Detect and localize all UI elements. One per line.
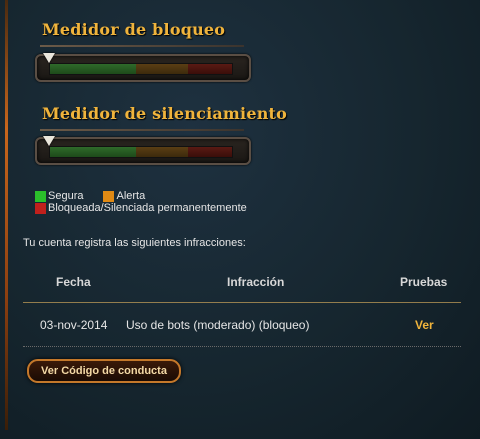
column-header-evidence: Pruebas <box>400 275 448 289</box>
left-border-decoration <box>5 0 8 430</box>
safe-swatch <box>35 190 46 202</box>
legend-safe-label: Segura <box>48 190 84 202</box>
row-date: 03-nov-2014 <box>40 318 108 332</box>
warning-swatch <box>103 190 115 202</box>
meter-segment-warning <box>136 64 188 74</box>
legend-warning-label: Alerta <box>116 190 146 202</box>
view-evidence-link[interactable]: Ver <box>415 318 434 332</box>
silence-meter <box>35 136 251 165</box>
table-row-divider <box>23 346 461 347</box>
meter-segment-warning <box>136 147 188 157</box>
block-meter <box>35 53 251 82</box>
meter-legend: Segura Alerta Bloqueada/Silenciada perma… <box>35 190 247 214</box>
infractions-intro: Tu cuenta registra las siguientes infrac… <box>23 237 246 249</box>
silence-meter-title: Medidor de silenciamiento <box>42 104 287 123</box>
meter-segment-safe <box>50 64 136 74</box>
table-header-divider <box>23 302 461 303</box>
silence-meter-bar <box>49 146 233 158</box>
block-meter-pointer-icon <box>43 53 55 63</box>
block-meter-title: Medidor de bloqueo <box>42 20 226 39</box>
block-meter-bar <box>49 63 233 75</box>
block-meter-underline <box>40 45 244 47</box>
silence-meter-underline <box>40 129 244 131</box>
meter-segment-banned <box>188 64 232 74</box>
meter-segment-safe <box>50 147 136 157</box>
silence-meter-pointer-icon <box>43 136 55 146</box>
column-header-infraction: Infracción <box>227 275 285 289</box>
legend-banned-label: Bloqueada/Silenciada permanentemente <box>48 202 247 214</box>
column-header-date: Fecha <box>56 275 91 289</box>
view-code-of-conduct-button[interactable]: Ver Código de conducta <box>27 359 181 383</box>
banned-swatch <box>35 202 46 214</box>
row-infraction: Uso de bots (moderado) (bloqueo) <box>126 318 310 332</box>
meter-segment-banned <box>188 147 232 157</box>
